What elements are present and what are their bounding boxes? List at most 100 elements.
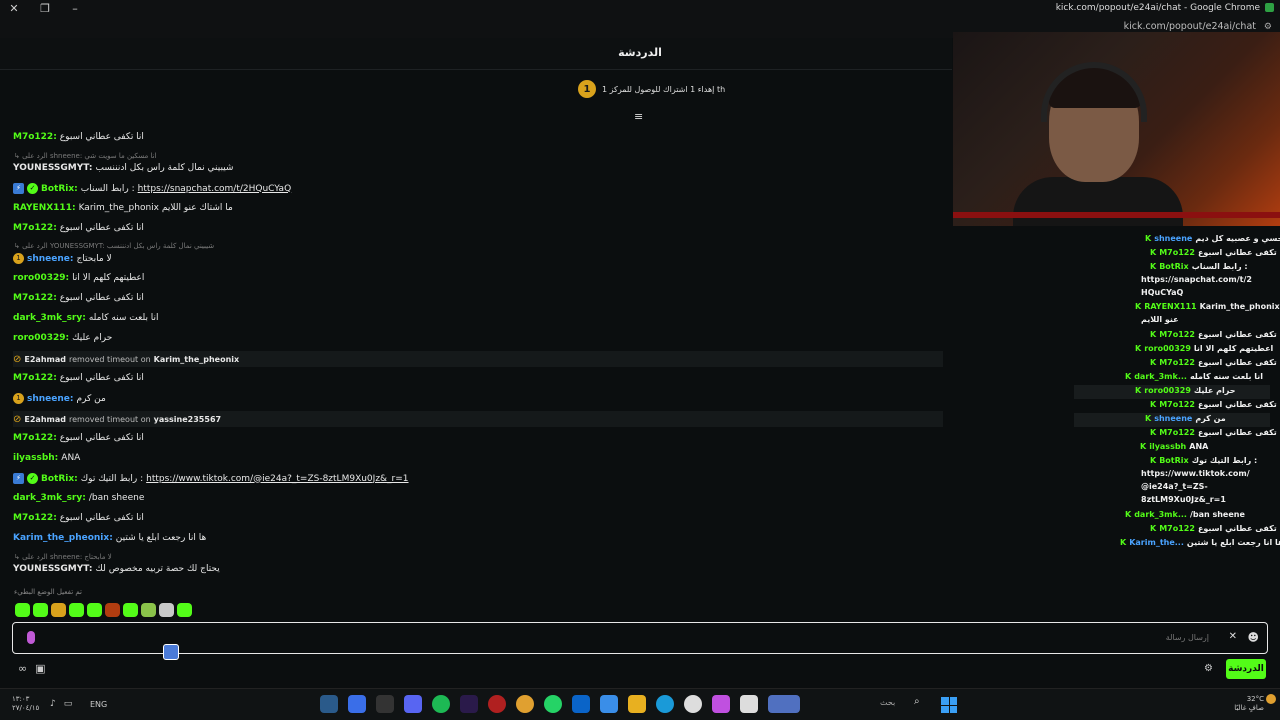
search-icon[interactable]: ⌕ [914,696,920,707]
overlay-username: M7o122 [1159,330,1195,339]
username[interactable]: roro00329: [13,333,69,343]
app-icon[interactable] [768,695,800,713]
bot-badge-icon: ⚡ [13,183,24,194]
kick-badge-icon: K [1150,358,1157,367]
emote[interactable] [15,603,30,617]
username[interactable]: shneene: [27,394,74,404]
mod-target[interactable]: Karim_the_pheonix [154,355,240,364]
send-button[interactable]: الدردشة [1226,659,1266,679]
chat-input[interactable]: إرسال رسالة ✕ ☻ [12,622,1268,654]
app-icon[interactable] [712,695,730,713]
username[interactable]: M7o122: [13,293,57,303]
close-icon[interactable]: ✕ [6,2,22,15]
spotify-icon[interactable] [432,695,450,713]
whatsapp-icon[interactable] [544,695,562,713]
username[interactable]: dark_3mk_sry: [13,313,86,323]
url-text[interactable]: kick.com/popout/e24ai/chat [1124,21,1256,32]
search-box[interactable]: بحث [880,698,895,707]
site-settings-icon[interactable]: ⚙ [1264,22,1272,32]
sun-icon [1266,694,1276,704]
chat-message: Karim_the_pheonix: ها انا رجعت ابلع يا شت… [13,533,206,543]
message-text: /ban sheene [88,493,145,503]
sub-goal[interactable]: 1 إهداء 1 اشتراك للوصول للمركز 1 th [578,80,725,98]
username[interactable]: roro00329: [13,273,69,283]
overlay-text: انا تكفى عطاني اسبوع [1197,428,1280,437]
overlay-text: انا تكفى عطاني اسبوع [1197,330,1280,339]
app-icon[interactable] [740,695,758,713]
username[interactable]: BotRix: [41,184,78,194]
mod-username[interactable]: E2ahmad [24,355,66,364]
emote[interactable] [177,603,192,617]
outlook-icon[interactable] [572,695,590,713]
clock[interactable]: ١٣:٠٣ ٢٧/٠٤/١٥ [12,695,39,713]
chat-message: YOUNESSGMYT: يحتاج لك حصة تربيه مخصوص لك [13,564,220,574]
username[interactable]: M7o122: [13,373,57,383]
overlay-text: انا تكفى عطاني اسبوع [1197,248,1280,257]
emote[interactable] [141,603,156,617]
chat-message: dark_3mk_sry: انا بلعت سنه كامله [13,313,159,323]
overlay-username: roro00329 [1144,344,1191,353]
overlay-username: M7o122 [1159,248,1195,257]
username[interactable]: M7o122: [13,513,57,523]
message-link[interactable]: https://snapchat.com/t/2HQuCYaQ [138,184,292,194]
premiere-icon[interactable] [460,695,478,713]
username[interactable]: dark_3mk_sry: [13,493,86,503]
mic-icon[interactable] [27,631,35,644]
folder-icon[interactable] [628,695,646,713]
store-icon[interactable] [600,695,618,713]
app-icon[interactable] [376,695,394,713]
chat-input-placeholder: إرسال رسالة [1165,633,1209,642]
username[interactable]: M7o122: [13,433,57,443]
message-link[interactable]: https://www.tiktok.com/@ie24a?_t=ZS-8ztL… [146,474,408,484]
stream-video[interactable] [953,32,1280,226]
steam-icon[interactable] [320,695,338,713]
username[interactable]: YOUNESSGMYT: [13,163,93,173]
overlay-username: roro00329 [1144,386,1191,395]
gear-icon[interactable]: ⚙ [1204,663,1213,674]
google-translate-icon[interactable] [163,644,179,660]
translate-icon[interactable]: ✕ [1229,631,1237,642]
username[interactable]: Karim_the_pheonix: [13,533,113,543]
username[interactable]: M7o122: [13,132,57,142]
weather-widget[interactable]: 32°C صافٍ غالبًا [1234,695,1264,713]
emote[interactable] [69,603,84,617]
app-icon[interactable] [348,695,366,713]
emote[interactable] [123,603,138,617]
username[interactable]: ilyassbh: [13,453,58,463]
chatgpt-icon[interactable] [684,695,702,713]
mod-target[interactable]: yassine235567 [154,415,221,424]
infinity-icon[interactable]: ∞ [18,662,27,675]
volume-icon[interactable]: ♪ [50,699,56,709]
minimize-icon[interactable]: – [67,2,83,15]
start-icon[interactable] [941,697,957,713]
language-indicator[interactable]: ENG [90,700,107,709]
network-icon[interactable]: ▭ [64,699,73,709]
mod-username[interactable]: E2ahmad [24,415,66,424]
edge-icon[interactable] [656,695,674,713]
chrome-icon[interactable] [516,695,534,713]
username[interactable]: YOUNESSGMYT: [13,564,93,574]
emoji-icon[interactable]: ☻ [1248,631,1259,644]
username[interactable]: shneene: [27,254,74,264]
mod-action-text: removed timeout on [68,414,151,424]
username[interactable]: RAYENX111: [13,203,76,213]
emote[interactable] [51,603,66,617]
emote[interactable] [105,603,120,617]
message-text: حرام عليك [72,333,113,343]
chat-message: M7o122: انا تكفى عطاني اسبوع [13,223,144,233]
emote[interactable] [33,603,48,617]
emote[interactable] [87,603,102,617]
username[interactable]: BotRix: [41,474,78,484]
gift-icon[interactable]: ▣ [35,662,45,675]
kick-badge-icon: K [1145,414,1152,423]
app-icon[interactable] [488,695,506,713]
emote[interactable] [159,603,174,617]
restore-icon[interactable]: ❐ [37,2,53,15]
chat-message: 1 shneene: لا مابحتاج [13,253,112,264]
overlay-text: ANA [1189,442,1209,451]
pinned-expand-icon[interactable]: ≡ [634,110,643,123]
username[interactable]: M7o122: [13,223,57,233]
weather-desc: صافٍ غالبًا [1234,704,1264,712]
discord-icon[interactable] [404,695,422,713]
overlay-username: M7o122 [1159,400,1195,409]
